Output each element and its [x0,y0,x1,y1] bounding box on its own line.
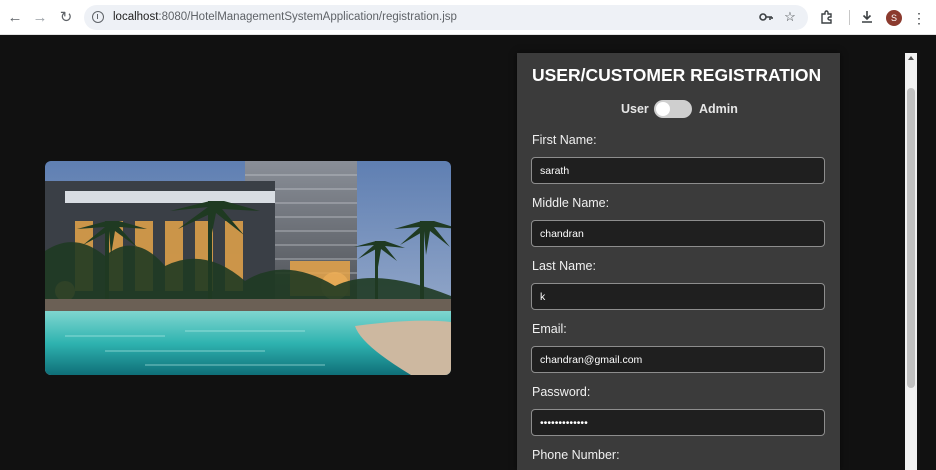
last-name-label: Last Name: [532,259,596,273]
toggle-admin-label: Admin [699,102,738,116]
browser-toolbar: ← → ↻ localhost:8080/HotelManagementSyst… [0,0,936,35]
middle-name-label: Middle Name: [532,196,610,210]
page-right-margin [917,53,936,470]
middle-name-input[interactable] [531,220,825,247]
toolbar-separator [849,10,850,25]
site-info-icon[interactable] [92,11,104,23]
forward-icon[interactable]: → [31,9,49,27]
scrollbar-thumb[interactable] [907,88,915,388]
first-name-input[interactable] [531,157,825,184]
toggle-user-label: User [621,102,649,116]
password-label: Password: [532,385,591,399]
bookmark-star-icon[interactable]: ☆ [782,9,798,25]
email-input[interactable] [531,346,825,373]
user-admin-toggle-row: User Admin [517,100,840,120]
url-text[interactable]: localhost:8080/HotelManagementSystemAppl… [113,11,457,23]
form-title: USER/CUSTOMER REGISTRATION [532,65,822,85]
menu-icon[interactable]: ⋮ [910,9,928,27]
profile-avatar[interactable]: S [886,10,902,26]
download-icon[interactable] [858,9,876,27]
switch-knob[interactable] [656,102,670,116]
email-label: Email: [532,322,567,336]
password-input[interactable] [531,409,825,436]
registration-form: USER/CUSTOMER REGISTRATION User Admin Fi… [517,53,840,470]
first-name-label: First Name: [532,133,597,147]
extensions-icon[interactable] [818,9,836,27]
hotel-pool-image [45,161,451,375]
user-admin-switch[interactable] [654,100,692,118]
password-key-icon[interactable] [758,9,774,25]
address-bar[interactable]: localhost:8080/HotelManagementSystemAppl… [84,5,808,30]
scroll-up-arrow-icon[interactable] [908,56,914,60]
last-name-input[interactable] [531,283,825,310]
phone-number-label: Phone Number: [532,448,620,462]
reload-icon[interactable]: ↻ [57,9,75,27]
back-icon[interactable]: ← [6,9,24,27]
page-scrollbar[interactable] [905,53,917,470]
